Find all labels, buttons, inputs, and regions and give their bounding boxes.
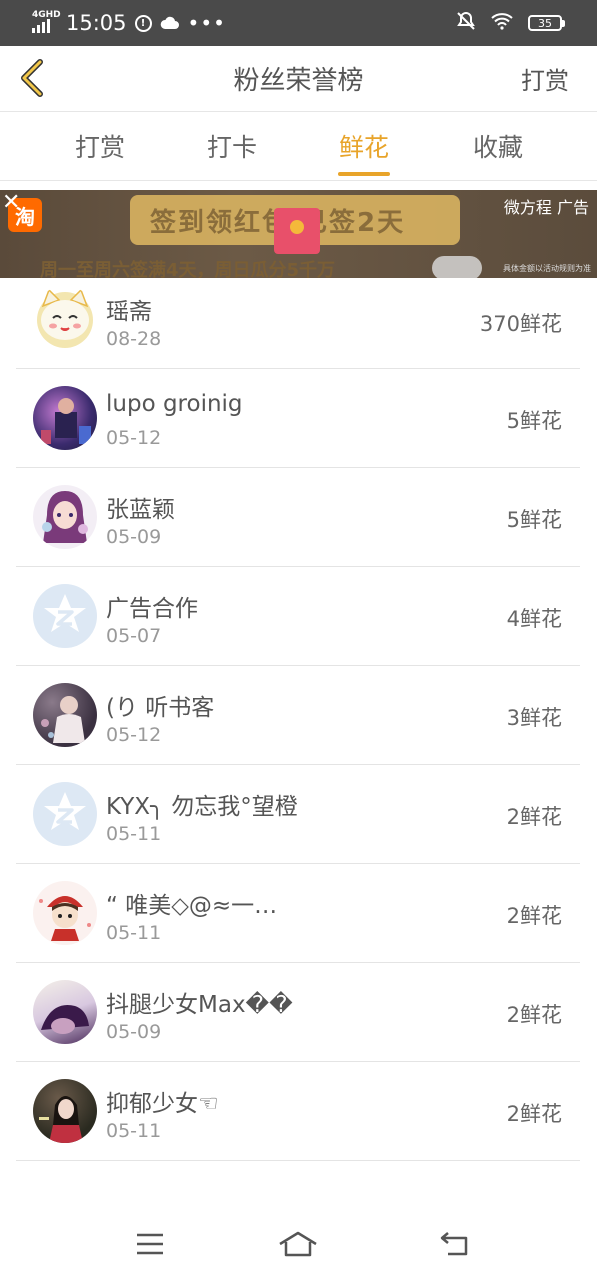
list-item[interactable]: “ 唯美◇@≈一… 05-11 2鲜花	[16, 864, 580, 963]
list-item-name: 广告合作	[106, 596, 198, 622]
reward-button[interactable]: 打赏	[521, 61, 569, 96]
list-item-date: 05-12	[106, 427, 162, 449]
ad-card-image	[274, 208, 320, 254]
list-item-date: 05-11	[106, 922, 162, 944]
list-item-name: (り 听书客	[106, 695, 215, 721]
cartoon-avatar	[33, 881, 97, 945]
default-avatar	[33, 782, 97, 846]
list-item-count: 5鲜花	[506, 409, 562, 433]
cat-avatar	[33, 286, 97, 350]
ad-label: 微方程 广告	[503, 198, 589, 217]
tab-favorites[interactable]: 收藏	[438, 112, 558, 180]
anime-avatar	[33, 485, 97, 549]
tab-reward[interactable]: 打赏	[40, 112, 160, 180]
menu-icon	[137, 1233, 163, 1255]
list-item-name: 张蓝颖	[106, 497, 175, 523]
list-item-name: 抑郁少女☜	[106, 1091, 219, 1117]
system-nav-bar	[0, 1208, 597, 1280]
status-bar: 4GHD 15:05 ! ••• 35	[0, 0, 597, 46]
list-item-name: “ 唯美◇@≈一…	[106, 893, 278, 919]
photo-avatar	[33, 683, 97, 747]
photo-avatar	[33, 980, 97, 1044]
list-item-count: 2鲜花	[506, 805, 562, 829]
return-icon	[440, 1232, 468, 1256]
signal-icon: 4GHD	[32, 10, 61, 36]
ad-banner[interactable]: 签到领红包 已签2天 周一至周六签满4天，周日瓜分5千万 淘 ✕ 微方程 广告 …	[0, 190, 597, 278]
photo-avatar	[33, 386, 97, 450]
page-title: 粉丝荣誉榜	[233, 66, 364, 96]
list-item-count: 3鲜花	[506, 706, 562, 730]
list-item-date: 05-07	[106, 625, 162, 647]
fan-list: 瑶斋 08-28 370鲜花 lupo groinig 05-12 5鲜花 张蓝…	[16, 272, 580, 1161]
list-item-count: 2鲜花	[506, 904, 562, 928]
list-item[interactable]: 抑郁少女☜ 05-11 2鲜花	[16, 1062, 580, 1161]
list-item-date: 05-09	[106, 526, 162, 548]
tab-bar: 打赏 打卡 鲜花 收藏	[0, 112, 597, 181]
home-button[interactable]	[278, 1224, 318, 1264]
home-icon	[279, 1231, 317, 1257]
mute-bell-icon	[456, 11, 476, 35]
list-item-date: 08-28	[106, 328, 162, 350]
list-item-name: 瑶斋	[106, 299, 152, 325]
list-item-date: 05-11	[106, 1120, 162, 1142]
list-item-date: 05-12	[106, 724, 162, 746]
list-item-name: 抖腿少女Max��	[106, 992, 293, 1018]
list-item[interactable]: 张蓝颖 05-09 5鲜花	[16, 468, 580, 567]
status-time: 15:05	[66, 11, 127, 35]
menu-button[interactable]	[130, 1224, 170, 1264]
list-item-count: 370鲜花	[479, 312, 562, 336]
more-dots-icon: •••	[187, 11, 226, 35]
tab-checkin[interactable]: 打卡	[172, 112, 292, 180]
list-item[interactable]: (り 听书客 05-12 3鲜花	[16, 666, 580, 765]
list-item-date: 05-11	[106, 823, 162, 845]
circle-notification-icon: !	[134, 14, 152, 32]
list-item-count: 4鲜花	[506, 607, 562, 631]
list-item-name: lupo groinig	[106, 391, 243, 417]
battery-level: 35	[528, 15, 562, 31]
list-item[interactable]: lupo groinig 05-12 5鲜花	[16, 369, 580, 468]
list-item[interactable]: 瑶斋 08-28 370鲜花	[16, 272, 580, 369]
list-item[interactable]: 抖腿少女Max�� 05-09 2鲜花	[16, 963, 580, 1062]
active-tab-indicator	[338, 172, 390, 176]
list-item-count: 2鲜花	[506, 1102, 562, 1126]
battery-icon: 35	[528, 15, 565, 31]
default-avatar	[33, 584, 97, 648]
wifi-icon	[490, 12, 514, 34]
cloud-icon	[160, 15, 180, 31]
list-item-count: 2鲜花	[506, 1003, 562, 1027]
list-item[interactable]: 广告合作 05-07 4鲜花	[16, 567, 580, 666]
list-item-date: 05-09	[106, 1021, 162, 1043]
list-item[interactable]: KYX╮ 勿忘我°望橙 05-11 2鲜花	[16, 765, 580, 864]
list-item-count: 5鲜花	[506, 508, 562, 532]
photo-avatar	[33, 1079, 97, 1143]
close-ad-icon[interactable]: ✕	[2, 190, 20, 215]
list-item-name: KYX╮ 勿忘我°望橙	[106, 794, 298, 820]
tab-flowers[interactable]: 鲜花	[304, 112, 424, 180]
back-nav-button[interactable]	[434, 1224, 474, 1264]
header: 粉丝荣誉榜 打赏	[0, 46, 597, 112]
